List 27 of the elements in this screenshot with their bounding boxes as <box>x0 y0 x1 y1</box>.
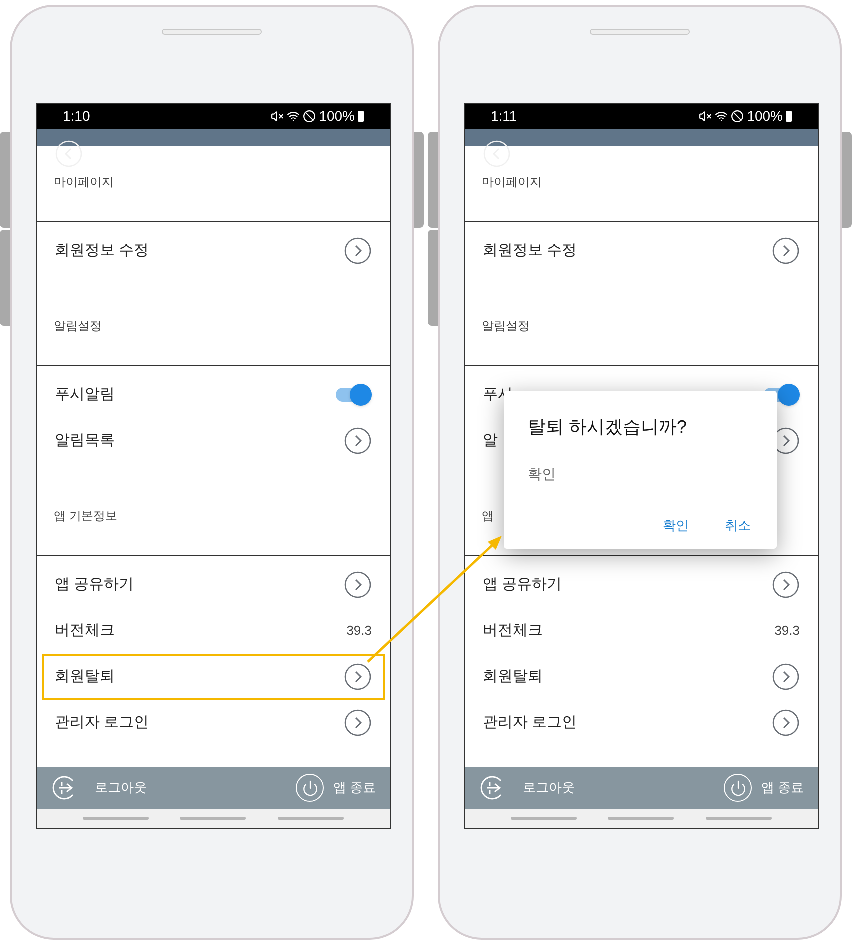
section-title: 마이페이지 <box>54 174 114 191</box>
battery-text: 100% <box>747 107 783 126</box>
section-title: 마이페이지 <box>482 174 542 191</box>
clock-time: 1:10 <box>63 107 90 126</box>
version-value: 39.3 <box>774 622 800 640</box>
item-label: 앱 공유하기 <box>483 574 562 595</box>
item-label: 버전체크 <box>55 620 115 641</box>
item-label: 알 <box>483 430 498 451</box>
section-title: 알림설정 <box>482 318 530 335</box>
item-label: 푸시알림 <box>55 384 115 405</box>
version-value: 39.3 <box>346 622 372 640</box>
dialog-title: 탈퇴 하시겠습니까? <box>528 416 688 439</box>
section-title: 앱 <box>482 508 494 525</box>
item-label: 관리자 로그인 <box>55 712 150 733</box>
section-title: 알림설정 <box>54 318 102 335</box>
item-label: 버전체크 <box>483 620 543 641</box>
item-label: 관리자 로그인 <box>483 712 578 733</box>
item-label: 회원정보 수정 <box>55 240 150 261</box>
item-label: 앱 공유하기 <box>55 574 134 595</box>
clock-time: 1:11 <box>491 107 518 126</box>
battery-text: 100% <box>319 107 355 126</box>
item-label: 회원탈퇴 <box>55 666 115 687</box>
section-title: 앱 기본정보 <box>54 508 118 525</box>
item-label: 회원정보 수정 <box>483 240 578 261</box>
item-label: 회원탈퇴 <box>483 666 543 687</box>
dialog-message: 확인 <box>528 465 557 484</box>
item-label: 알림목록 <box>55 430 115 451</box>
